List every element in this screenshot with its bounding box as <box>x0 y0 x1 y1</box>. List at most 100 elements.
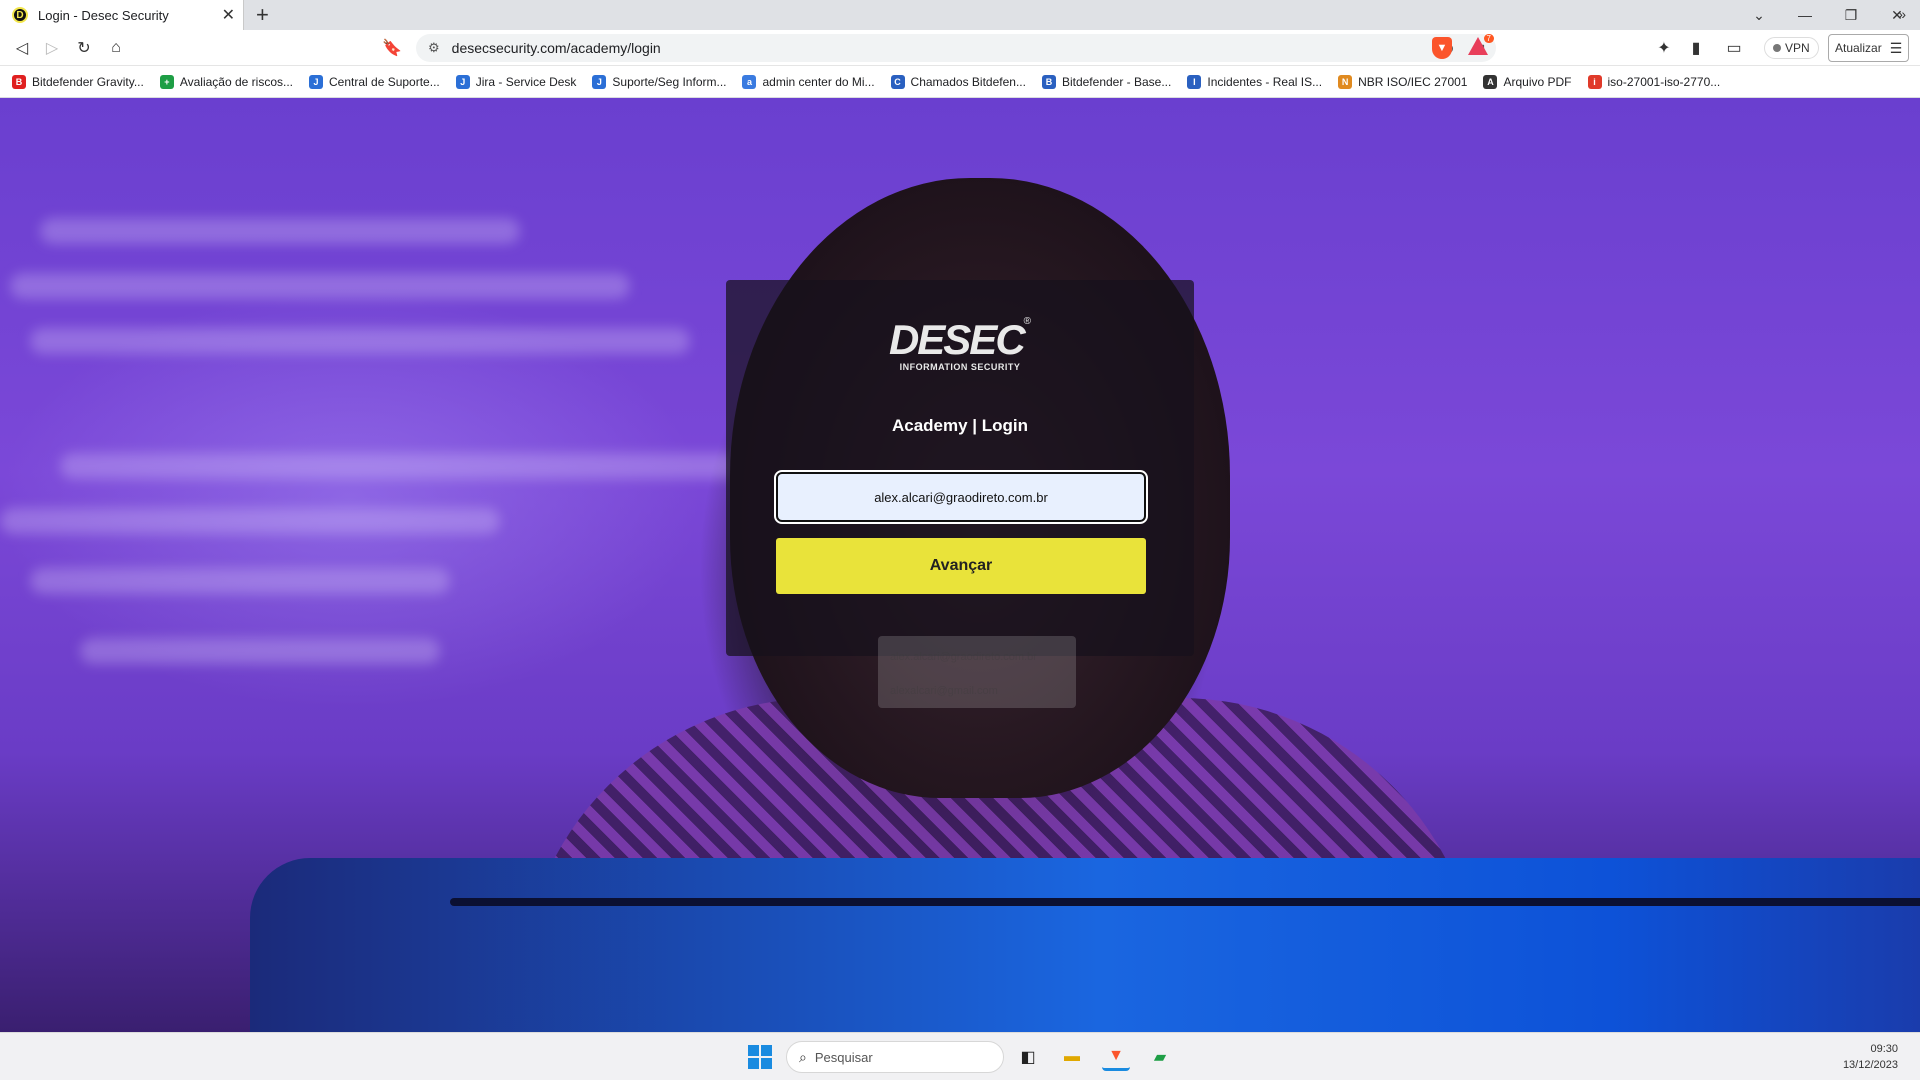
vpn-label: VPN <box>1785 41 1810 55</box>
desec-logo: DESEC® INFORMATION SECURITY <box>726 316 1194 372</box>
monitor <box>250 858 1920 1032</box>
new-tab-button[interactable]: + <box>256 2 269 28</box>
minimize-icon[interactable]: — <box>1782 7 1828 23</box>
close-tab-icon[interactable]: ✕ <box>222 5 235 25</box>
bookmark-item[interactable]: J Jira - Service Desk <box>455 74 577 89</box>
windows-start-icon[interactable] <box>748 1045 772 1069</box>
bookmark-label: Central de Suporte... <box>329 74 440 89</box>
bookmark-favicon-icon: + <box>159 74 174 89</box>
site-info-icon[interactable]: ⚙ <box>428 40 440 56</box>
browser-toolbar: ◁ ▷ ↻ ⌂ 🔖 ⚙ desecsecurity.com/academy/lo… <box>0 30 1920 66</box>
window-controls: ⌄ — ❐ ✕ <box>1736 0 1920 30</box>
bookmark-favicon-icon: A <box>1483 74 1498 89</box>
brave-rewards-icon[interactable]: 7 <box>1468 34 1494 59</box>
autofill-option[interactable]: alexalcari@gmail.com <box>878 674 1076 708</box>
background-blur <box>10 273 630 299</box>
restore-icon[interactable]: ❐ <box>1828 7 1874 24</box>
clock-time: 09:30 <box>1870 1043 1898 1055</box>
bookmark-item[interactable]: A Arquivo PDF <box>1483 74 1572 89</box>
background-blur <box>30 328 690 354</box>
vpn-status-icon <box>1773 44 1781 52</box>
chat-app-icon[interactable]: ▰ <box>1146 1043 1174 1071</box>
bookmark-item[interactable]: N NBR ISO/IEC 27001 <box>1338 74 1468 89</box>
bookmark-label: NBR ISO/IEC 27001 <box>1358 74 1468 89</box>
bookmark-favicon-icon: C <box>890 74 905 89</box>
bookmark-favicon-icon: a <box>742 74 757 89</box>
wallet-icon[interactable]: ▭ <box>1722 36 1746 60</box>
bookmark-item[interactable]: I Incidentes - Real IS... <box>1187 74 1322 89</box>
sidebar-icon[interactable]: ▮ <box>1684 36 1708 60</box>
bookmark-favicon-icon: J <box>309 74 323 89</box>
bookmark-label: Arquivo PDF <box>1503 74 1572 89</box>
clock-date: 13/12/2023 <box>1842 1059 1898 1071</box>
background-blur <box>60 453 740 479</box>
logo-registered: ® <box>1023 316 1032 327</box>
bookmark-item[interactable]: B Bitdefender Gravity... <box>12 74 144 89</box>
bookmark-favicon-icon: i <box>1587 74 1602 89</box>
bookmark-favicon-icon: B <box>1041 74 1056 89</box>
reload-icon[interactable]: ↻ <box>72 36 96 60</box>
vpn-button[interactable]: VPN <box>1764 37 1819 59</box>
search-icon: ⌕ <box>799 1048 807 1065</box>
email-field[interactable] <box>774 470 1148 524</box>
bookmark-favicon-icon: J <box>592 74 607 89</box>
back-icon[interactable]: ◁ <box>10 36 34 60</box>
brave-browser-icon[interactable]: ▼ <box>1102 1043 1130 1071</box>
background-blur <box>80 638 440 664</box>
tab-title: Login - Desec Security <box>38 7 169 23</box>
rewards-badge: 7 <box>1483 34 1494 43</box>
bookmark-label: admin center do Mi... <box>762 74 875 89</box>
taskbar-search[interactable]: ⌕ Pesquisar <box>786 1041 1004 1073</box>
background-blur <box>30 568 450 594</box>
bookmark-favicon-icon: J <box>455 74 470 89</box>
task-view-icon[interactable]: ◧ <box>1014 1043 1042 1071</box>
home-icon[interactable]: ⌂ <box>104 36 128 60</box>
search-placeholder: Pesquisar <box>814 1049 873 1065</box>
autofill-option[interactable]: alex.alcari@graodireto.com.br <box>878 640 1076 674</box>
tab-bar: D Login - Desec Security ✕ + ⌄ — ❐ ✕ <box>0 0 1920 30</box>
bookmark-icon[interactable]: 🔖 <box>380 36 404 60</box>
brave-shield-icon[interactable]: ▼ <box>1432 37 1452 59</box>
bookmark-item[interactable]: J Central de Suporte... <box>309 74 440 89</box>
page-title: Academy | Login <box>891 416 1029 435</box>
bookmark-label: Jira - Service Desk <box>475 74 577 89</box>
logo-text: DESEC <box>888 316 1026 363</box>
update-label: Atualizar <box>1835 41 1882 55</box>
file-explorer-icon[interactable]: ▬ <box>1058 1043 1086 1071</box>
bookmark-item[interactable]: a admin center do Mi... <box>742 74 875 89</box>
browser-tab[interactable]: D Login - Desec Security ✕ <box>0 0 244 30</box>
bookmark-label: Bitdefender - Base... <box>1061 74 1172 89</box>
bookmarks-overflow-icon[interactable]: » <box>1898 6 1906 22</box>
bookmark-label: Suporte/Seg Inform... <box>612 74 727 89</box>
next-button[interactable]: Avançar <box>776 538 1146 594</box>
bookmark-label: Bitdefender Gravity... <box>32 74 144 89</box>
forward-icon[interactable]: ▷ <box>40 36 64 60</box>
bookmarks-bar: B Bitdefender Gravity... + Avaliação de ris… <box>0 66 1920 98</box>
bookmark-item[interactable]: + Avaliação de riscos... <box>159 74 293 89</box>
autofill-dropdown: alex.alcari@graodireto.com.br alexalcari… <box>878 636 1076 708</box>
desec-favicon-icon: D <box>12 7 28 23</box>
bookmark-item[interactable]: J Suporte/Seg Inform... <box>592 74 727 89</box>
bookmark-item[interactable]: i iso-27001-iso-2770... <box>1587 74 1721 89</box>
url-text: desecsecurity.com/academy/login <box>451 40 661 56</box>
bookmark-label: Chamados Bitdefen... <box>910 74 1026 89</box>
background-blur <box>0 508 500 534</box>
background-blur <box>40 218 520 244</box>
bookmark-favicon-icon: B <box>12 74 26 89</box>
login-card: DESEC® INFORMATION SECURITY Academy | Lo… <box>726 280 1194 656</box>
tab-search-chevron-icon[interactable]: ⌄ <box>1736 7 1782 24</box>
bookmark-favicon-icon: I <box>1187 74 1202 89</box>
address-bar[interactable]: ⚙ desecsecurity.com/academy/login ⊖ ⇗ <box>416 34 1496 62</box>
taskbar: ⌕ Pesquisar ◧ ▬ ▼ ▰ 09:30 13/12/2023 <box>0 1032 1920 1080</box>
system-clock[interactable]: 09:30 13/12/2023 <box>1843 1041 1898 1073</box>
bookmark-item[interactable]: C Chamados Bitdefen... <box>890 74 1026 89</box>
extensions-icon[interactable]: ✦ <box>1652 36 1676 60</box>
logo-subtitle: INFORMATION SECURITY <box>899 362 1021 372</box>
bookmark-label: Avaliação de riscos... <box>179 74 293 89</box>
bookmark-item[interactable]: B Bitdefender - Base... <box>1041 74 1172 89</box>
bookmark-label: iso-27001-iso-2770... <box>1607 74 1721 89</box>
bookmark-favicon-icon: N <box>1338 74 1353 89</box>
update-button[interactable]: Atualizar ☰ <box>1828 34 1910 62</box>
close-window-icon[interactable]: ✕ <box>1874 7 1920 24</box>
menu-icon[interactable]: ☰ <box>1890 40 1903 57</box>
